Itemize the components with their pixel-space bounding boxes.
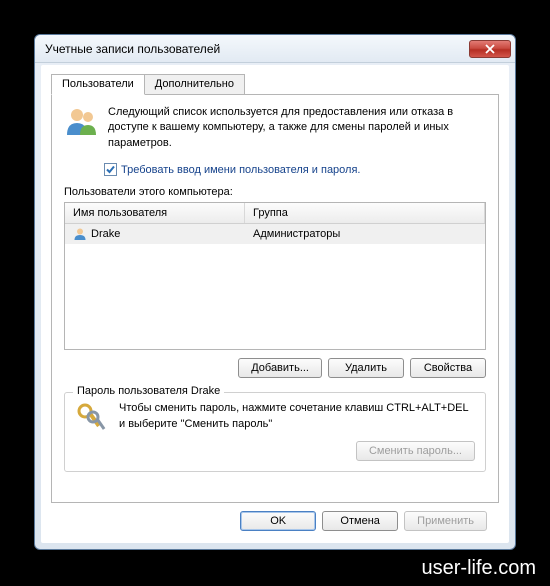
password-groupbox-title: Пароль пользователя Drake [73, 385, 224, 397]
row-username: Drake [91, 228, 120, 240]
dialog-button-row: OK Отмена Применить [51, 503, 499, 535]
require-login-label: Требовать ввод имени пользователя и паро… [121, 164, 360, 176]
users-icon [64, 105, 98, 139]
window-title: Учетные записи пользователей [45, 42, 469, 56]
user-icon [73, 227, 87, 241]
info-text: Следующий список используется для предос… [108, 105, 486, 151]
checkmark-icon [105, 164, 116, 175]
password-groupbox: Пароль пользователя Drake Чтобы сменить … [64, 392, 486, 472]
close-icon [485, 44, 495, 54]
keys-icon [75, 401, 109, 435]
column-username[interactable]: Имя пользователя [65, 203, 245, 223]
users-listview[interactable]: Имя пользователя Группа Drake Администра… [64, 202, 486, 350]
tab-users[interactable]: Пользователи [51, 74, 145, 95]
row-group: Администраторы [253, 228, 340, 240]
titlebar[interactable]: Учетные записи пользователей [35, 35, 515, 63]
user-accounts-dialog: Учетные записи пользователей Пользовател… [34, 34, 516, 550]
remove-button[interactable]: Удалить [328, 358, 404, 378]
close-button[interactable] [469, 40, 511, 58]
tab-strip: Пользователи Дополнительно [51, 73, 499, 95]
apply-button: Применить [404, 511, 487, 531]
ok-button[interactable]: OK [240, 511, 316, 531]
listview-header: Имя пользователя Группа [65, 203, 485, 224]
watermark: user-life.com [422, 557, 536, 580]
column-group[interactable]: Группа [245, 203, 485, 223]
require-login-checkbox[interactable] [104, 163, 117, 176]
client-area: Пользователи Дополнительно Следующий спи… [41, 65, 509, 543]
tab-page-users: Следующий список используется для предос… [51, 94, 499, 503]
password-text: Чтобы сменить пароль, нажмите сочетание … [119, 401, 475, 432]
users-list-label: Пользователи этого компьютера: [64, 186, 486, 198]
add-button[interactable]: Добавить... [238, 358, 322, 378]
tab-advanced[interactable]: Дополнительно [144, 74, 245, 95]
cancel-button[interactable]: Отмена [322, 511, 398, 531]
properties-button[interactable]: Свойства [410, 358, 486, 378]
change-password-button: Сменить пароль... [356, 441, 475, 461]
list-item[interactable]: Drake Администраторы [65, 224, 485, 244]
